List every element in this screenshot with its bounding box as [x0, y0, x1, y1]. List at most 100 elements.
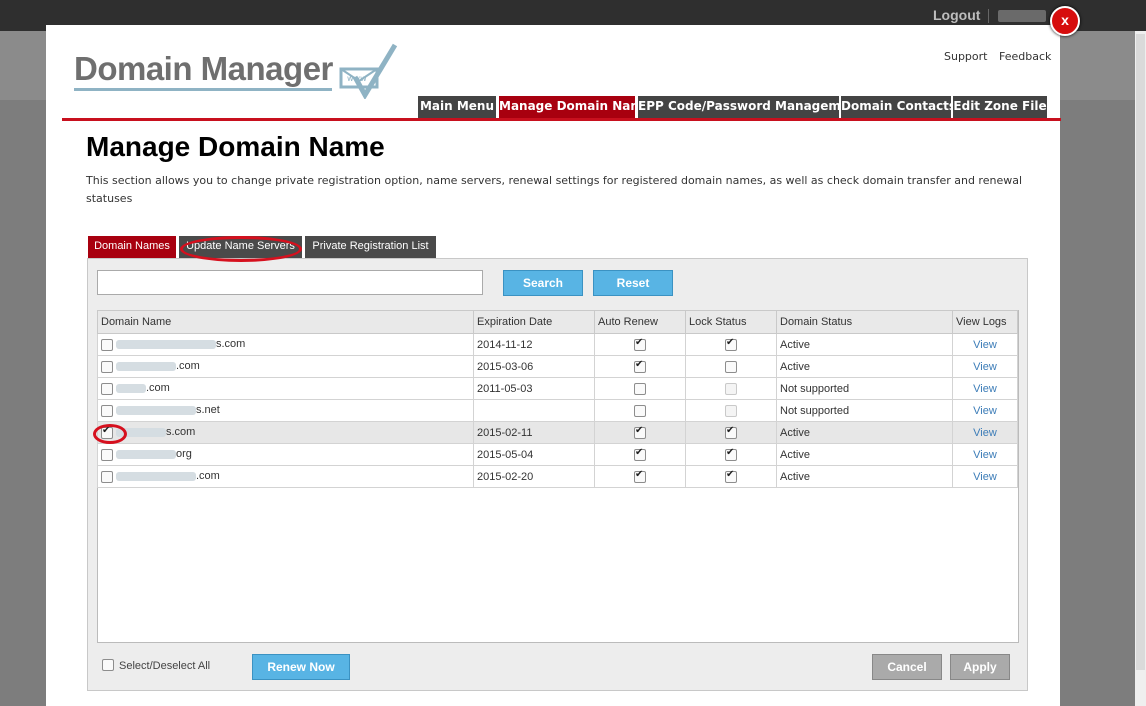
auto-renew-checkbox[interactable] [634, 469, 646, 483]
subtab-domain-names[interactable]: Domain Names [88, 236, 176, 258]
table-row[interactable]: .com 2015-02-20 Active View [97, 465, 1018, 488]
subtab-private-registration[interactable]: Private Registration List [305, 236, 436, 258]
table-row[interactable]: .com 2011-05-03 Not supported View [97, 377, 1018, 400]
row-select-checkbox[interactable] [101, 382, 113, 395]
auto-renew-checkbox[interactable] [634, 404, 646, 417]
row-select-checkbox[interactable] [101, 470, 113, 483]
domain-cell: .com [97, 465, 474, 488]
view-logs-link[interactable]: View [973, 405, 997, 417]
auto-renew-checkbox[interactable] [634, 425, 646, 439]
logout-link[interactable]: Logout [933, 7, 980, 23]
page-description: This section allows you to change privat… [86, 174, 1022, 205]
search-button[interactable]: Search [503, 270, 583, 296]
row-select-checkbox[interactable] [101, 338, 113, 351]
domain-status: Active [776, 443, 953, 466]
auto-renew-checkbox[interactable] [634, 337, 646, 351]
tab-epp-code[interactable]: EPP Code/Password Management [638, 96, 863, 118]
lock-status-checkbox[interactable] [725, 337, 737, 351]
row-select-checkbox[interactable] [101, 425, 113, 439]
auto-renew-cell [594, 465, 686, 488]
lock-status-cell [685, 465, 777, 488]
tab-manage-domain-name[interactable]: Manage Domain Name [499, 96, 651, 118]
row-select-checkbox[interactable] [101, 404, 113, 417]
column-header[interactable]: Domain Name [97, 310, 474, 334]
tab-edit-zone-file[interactable]: Edit Zone File [953, 96, 1047, 118]
lock-status-cell [685, 443, 777, 466]
redacted-domain [116, 472, 196, 482]
domain-suffix: s.net [196, 404, 220, 417]
expiration-date: 2015-05-04 [473, 443, 595, 466]
column-header[interactable]: Domain Status [776, 310, 953, 334]
redacted-domain [116, 406, 196, 416]
domain-cell: org [97, 443, 474, 466]
view-logs-link[interactable]: View [973, 339, 997, 351]
envelope-check-icon: www [339, 43, 398, 99]
apply-button[interactable]: Apply [950, 654, 1010, 680]
auto-renew-checkbox[interactable] [634, 447, 646, 461]
expiration-date: 2015-02-11 [473, 421, 595, 444]
lock-status-checkbox[interactable] [725, 469, 737, 483]
row-select-checkbox[interactable] [101, 448, 113, 461]
lock-status-checkbox[interactable] [725, 360, 737, 373]
auto-renew-cell [594, 399, 686, 422]
redacted-domain [116, 384, 146, 394]
expiration-date: 2015-03-06 [473, 355, 595, 378]
table-row[interactable]: s.net Not supported View [97, 399, 1018, 422]
lock-status-checkbox [725, 404, 737, 417]
reset-button[interactable]: Reset [593, 270, 673, 296]
subtab-update-name-servers[interactable]: Update Name Servers [179, 236, 302, 258]
lock-status-checkbox[interactable] [725, 447, 737, 461]
column-header[interactable]: Auto Renew [594, 310, 686, 334]
cancel-button[interactable]: Cancel [872, 654, 942, 680]
auto-renew-cell [594, 333, 686, 356]
auto-renew-checkbox[interactable] [634, 359, 646, 373]
domain-status: Active [776, 355, 953, 378]
tab-domain-contacts[interactable]: Domain Contacts [841, 96, 956, 118]
lock-status-cell [685, 355, 777, 378]
domain-cell: s.com [97, 333, 474, 356]
domain-status: Not supported [776, 377, 953, 400]
table-row[interactable]: org 2015-05-04 Active View [97, 443, 1018, 466]
table-row[interactable]: s.com 2014-11-12 Active View [97, 333, 1018, 356]
expiration-date: 2011-05-03 [473, 377, 595, 400]
view-logs-link[interactable]: View [973, 427, 997, 439]
auto-renew-cell [594, 377, 686, 400]
expiration-date: 2014-11-12 [473, 333, 595, 356]
renew-now-button[interactable]: Renew Now [252, 654, 350, 680]
view-logs-link[interactable]: View [973, 383, 997, 395]
support-link[interactable]: Support [944, 50, 987, 63]
domain-suffix: s.com [166, 426, 196, 439]
expiration-date: 2015-02-20 [473, 465, 595, 488]
redacted-domain [116, 362, 176, 372]
column-header[interactable]: Lock Status [685, 310, 777, 334]
logo-text: Domain Manager [74, 50, 333, 87]
search-input[interactable] [97, 270, 483, 295]
tab-main-menu[interactable]: Main Menu [418, 96, 496, 118]
view-logs-link[interactable]: View [973, 471, 997, 483]
expiration-date [473, 399, 595, 422]
lock-status-checkbox[interactable] [725, 425, 737, 439]
select-all-label: Select/Deselect All [119, 660, 211, 672]
column-header[interactable]: Expiration Date [473, 310, 595, 334]
table-row[interactable]: .com 2015-03-06 Active View [97, 355, 1018, 378]
feedback-link[interactable]: Feedback [999, 50, 1051, 63]
table-row[interactable]: s.com 2015-02-11 Active View [97, 421, 1018, 444]
close-button[interactable]: x [1050, 6, 1080, 36]
lock-status-cell [685, 333, 777, 356]
view-logs-link[interactable]: View [973, 361, 997, 373]
domain-cell: .com [97, 355, 474, 378]
column-header[interactable]: View Logs [952, 310, 1018, 334]
scrollbar-thumb[interactable] [1136, 34, 1145, 670]
auto-renew-checkbox[interactable] [634, 382, 646, 395]
domain-suffix: .com [176, 360, 200, 373]
select-all-checkbox[interactable] [102, 659, 114, 671]
view-logs-link[interactable]: View [973, 449, 997, 461]
lock-status-cell [685, 421, 777, 444]
row-select-checkbox[interactable] [101, 360, 113, 373]
domain-cell: s.net [97, 399, 474, 422]
username-redacted [998, 10, 1046, 22]
domain-status: Active [776, 421, 953, 444]
domain-cell: s.com [97, 421, 474, 444]
nav-divider [62, 118, 1061, 121]
table-header-row: Domain Name Expiration Date Auto Renew L… [97, 310, 1018, 334]
